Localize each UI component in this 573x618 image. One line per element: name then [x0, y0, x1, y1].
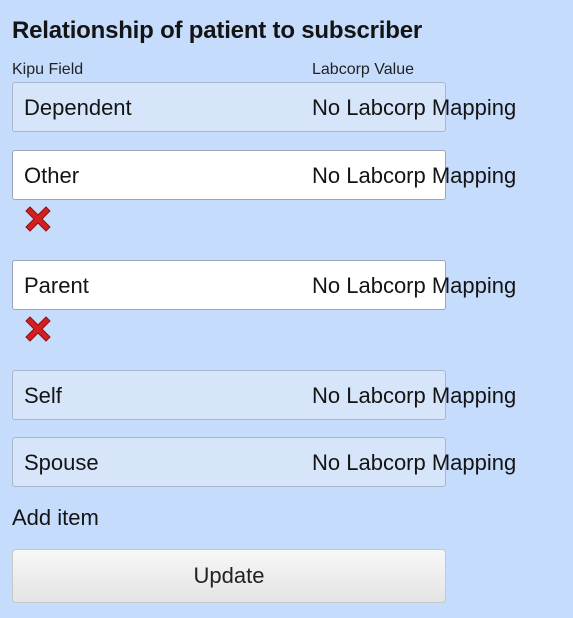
mapping-row-spouse: Spouse No Labcorp Mapping	[12, 437, 516, 487]
relationship-mapping-panel: Relationship of patient to subscriber Ki…	[0, 0, 573, 618]
kipu-field-value: Self	[24, 383, 62, 408]
column-header-kipu-field: Kipu Field	[12, 61, 84, 78]
kipu-field-value: Dependent	[24, 95, 132, 120]
kipu-field-value[interactable]: Parent	[24, 261, 89, 311]
delete-row-parent-icon[interactable]	[21, 312, 55, 346]
mapping-row-parent[interactable]: Parent No Labcorp Mapping	[12, 260, 516, 311]
kipu-field-value: Spouse	[24, 450, 99, 475]
add-item-link[interactable]: Add item	[12, 505, 99, 531]
mapping-row-dependent: Dependent No Labcorp Mapping	[12, 82, 516, 132]
column-header-labcorp-value: Labcorp Value	[312, 61, 414, 78]
labcorp-value: No Labcorp Mapping	[312, 383, 517, 408]
labcorp-value: No Labcorp Mapping	[312, 273, 517, 298]
labcorp-value: No Labcorp Mapping	[312, 163, 517, 188]
mapping-row-other[interactable]: Other No Labcorp Mapping	[12, 150, 516, 201]
labcorp-value: No Labcorp Mapping	[312, 95, 517, 120]
section-title: Relationship of patient to subscriber	[12, 17, 422, 44]
delete-row-other-icon[interactable]	[21, 202, 55, 236]
labcorp-value: No Labcorp Mapping	[312, 450, 517, 475]
mapping-row-self: Self No Labcorp Mapping	[12, 370, 516, 420]
kipu-field-value[interactable]: Other	[24, 151, 79, 201]
update-button[interactable]: Update	[12, 549, 446, 603]
